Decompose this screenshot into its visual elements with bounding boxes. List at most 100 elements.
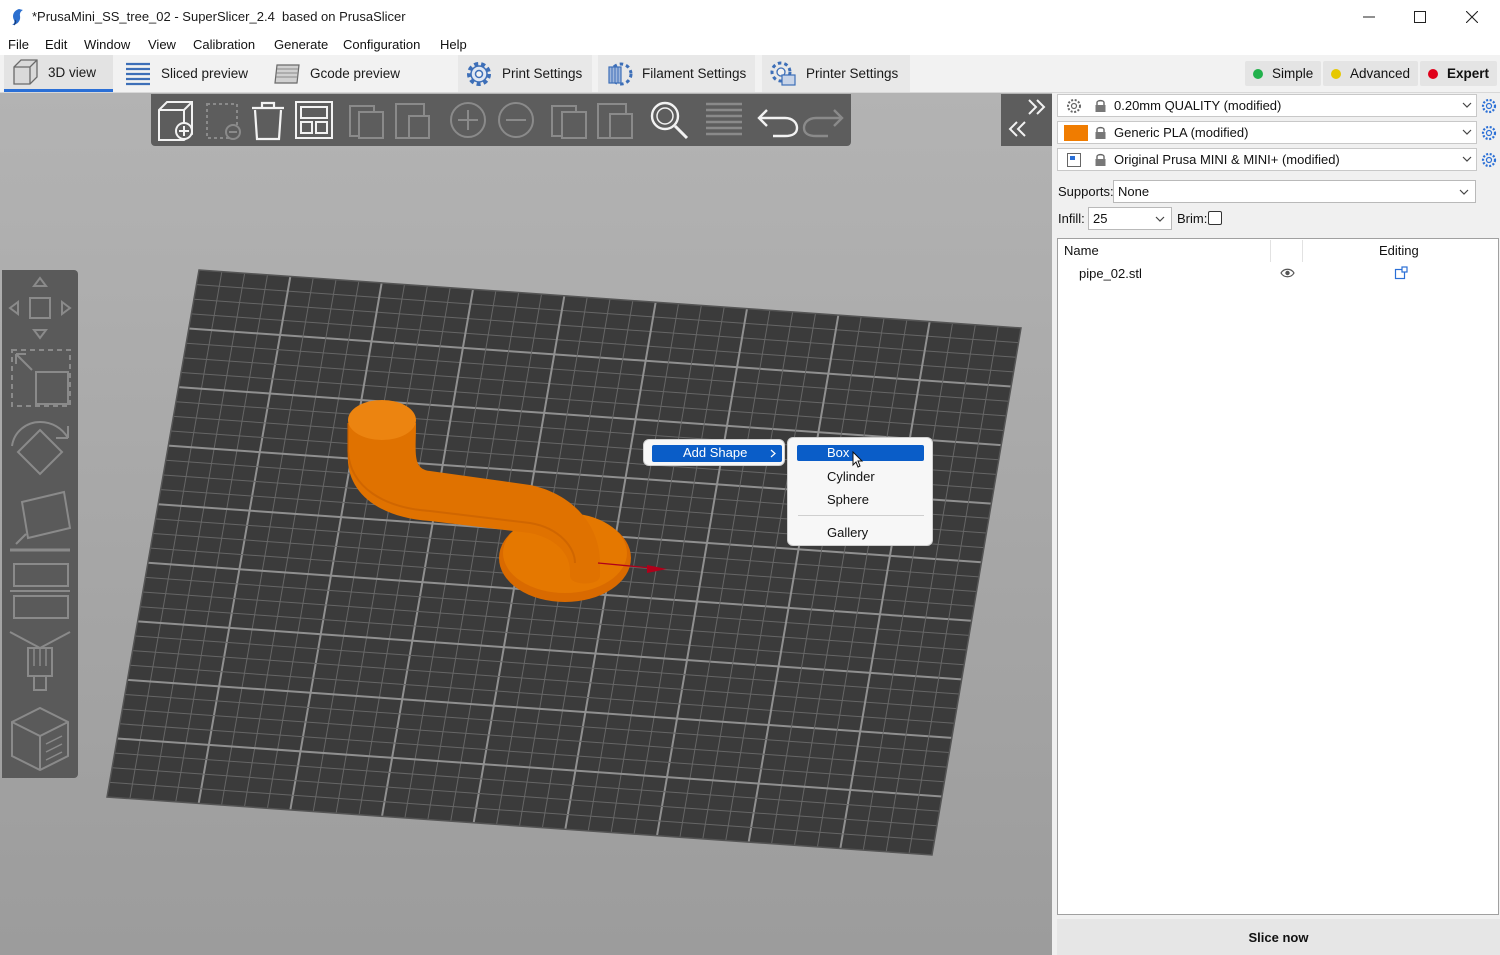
submenu-item-gallery[interactable]: Gallery (827, 525, 868, 540)
scale-icon[interactable] (6, 346, 74, 410)
remove-instance-icon[interactable] (494, 98, 538, 142)
printer-icon (1067, 153, 1081, 167)
delete-all-icon[interactable] (246, 98, 290, 142)
place-on-face-icon[interactable] (6, 488, 74, 554)
move-icon[interactable] (6, 274, 74, 342)
layer-editing-icon[interactable] (702, 98, 746, 142)
app-logo-icon (12, 9, 23, 26)
redo-icon[interactable] (802, 98, 846, 142)
lock-icon (1095, 153, 1106, 166)
tab-filament-settings-label: Filament Settings (642, 66, 747, 81)
filament-preset-settings-icon[interactable] (1481, 125, 1497, 141)
tab-print-settings[interactable]: Print Settings (458, 55, 592, 92)
printer-preset-settings-icon[interactable] (1481, 152, 1497, 168)
mode-expert-label: Expert (1447, 66, 1490, 81)
arrange-icon[interactable] (292, 98, 336, 142)
gcode-layers-icon (274, 63, 300, 84)
supports-select[interactable]: None (1113, 180, 1476, 203)
tab-bar: 3D view Sliced preview Gcode preview Pri… (0, 55, 1500, 93)
filament-color-swatch[interactable] (1064, 125, 1088, 141)
window-title: *PrusaMini_SS_tree_02 - SuperSlicer_2.4 … (32, 9, 406, 24)
menu-edit[interactable]: Edit (45, 37, 67, 52)
column-header-name[interactable]: Name (1064, 243, 1099, 258)
lock-icon (1095, 99, 1106, 112)
mode-expert-button[interactable]: Expert (1420, 61, 1498, 86)
menu-generate[interactable]: Generate (274, 37, 328, 52)
tab-sliced-preview-label: Sliced preview (161, 66, 249, 81)
edit-object-icon[interactable] (1394, 266, 1408, 280)
infill-select[interactable]: 25 (1088, 207, 1172, 230)
context-menu: Add Shape (643, 439, 785, 466)
tab-gcode-preview[interactable]: Gcode preview (266, 55, 410, 92)
menu-window[interactable]: Window (84, 37, 130, 52)
box-label: Box (827, 445, 850, 460)
minimize-icon (1363, 16, 1375, 18)
brim-checkbox[interactable] (1208, 211, 1222, 225)
mode-advanced-dot-icon (1331, 68, 1341, 79)
right-sidebar: 0.20mm QUALITY (modified) Generic PLA (m… (1052, 93, 1500, 955)
mouse-cursor-icon (852, 451, 864, 468)
add-object-icon[interactable] (154, 98, 198, 142)
gizmo-toolbar (2, 270, 78, 778)
tab-filament-settings[interactable]: Filament Settings (598, 55, 755, 92)
filament-preset-combo[interactable]: Generic PLA (modified) (1057, 121, 1477, 144)
remove-object-icon[interactable] (201, 98, 245, 142)
tab-3d-view[interactable]: 3D view (4, 55, 113, 92)
column-header-editing[interactable]: Editing (1379, 243, 1419, 258)
rotate-icon[interactable] (6, 416, 74, 482)
menu-bar: File Edit Window View Calibration Genera… (0, 34, 1500, 55)
paint-supports-icon[interactable] (6, 626, 74, 696)
menu-help[interactable]: Help (440, 37, 467, 52)
close-button[interactable] (1447, 0, 1497, 34)
chevron-down-icon (1459, 189, 1469, 195)
chevron-down-icon (1462, 129, 1472, 135)
3d-viewport[interactable]: Add Shape Box Cylinder Sphere Gallery (0, 93, 1052, 955)
menu-calibration[interactable]: Calibration (193, 37, 255, 52)
tab-sliced-preview[interactable]: Sliced preview (117, 55, 260, 92)
print-preset-combo[interactable]: 0.20mm QUALITY (modified) (1057, 94, 1477, 117)
layers-icon (126, 62, 150, 85)
collapse-sidebar-button[interactable] (1001, 94, 1052, 146)
cube-hatch-icon[interactable] (6, 704, 74, 774)
split-objects-icon[interactable] (548, 98, 592, 142)
undo-icon[interactable] (755, 98, 799, 142)
eye-icon[interactable] (1280, 268, 1295, 278)
tab-print-settings-label: Print Settings (502, 66, 583, 81)
menu-file[interactable]: File (8, 37, 29, 52)
tab-3d-view-label: 3D view (48, 64, 97, 80)
chevrons-icon (1008, 99, 1046, 137)
chevron-down-icon (1155, 216, 1165, 222)
maximize-button[interactable] (1395, 0, 1445, 34)
submenu-item-sphere[interactable]: Sphere (827, 492, 869, 507)
chevron-down-icon (1462, 156, 1472, 162)
copy-icon[interactable] (345, 98, 389, 142)
add-shape-menu-item[interactable]: Add Shape (652, 445, 782, 462)
lock-icon (1095, 126, 1106, 139)
filament-preset-value: Generic PLA (modified) (1114, 125, 1249, 140)
menu-configuration[interactable]: Configuration (343, 37, 420, 52)
mode-advanced-label: Advanced (1350, 66, 1411, 81)
brim-label: Brim: (1177, 211, 1208, 226)
printer-gear-icon (770, 61, 796, 86)
paste-icon[interactable] (391, 98, 435, 142)
mode-simple-label: Simple (1272, 66, 1314, 81)
slice-now-button[interactable]: Slice now (1057, 919, 1500, 955)
table-row[interactable]: pipe_02.stl (1058, 263, 1498, 285)
cut-icon[interactable] (6, 558, 74, 622)
add-instance-icon[interactable] (446, 98, 490, 142)
minimize-button[interactable] (1344, 0, 1394, 34)
tab-printer-settings[interactable]: Printer Settings (762, 55, 910, 92)
printer-preset-combo[interactable]: Original Prusa MINI & MINI+ (modified) (1057, 148, 1477, 171)
mode-simple-button[interactable]: Simple (1245, 61, 1322, 86)
maximize-icon (1414, 11, 1426, 23)
split-parts-icon[interactable] (594, 98, 638, 142)
cube-view-icon (13, 59, 38, 85)
menu-view[interactable]: View (148, 37, 176, 52)
search-icon[interactable] (647, 98, 691, 142)
mode-advanced-button[interactable]: Advanced (1323, 61, 1419, 86)
infill-label: Infill: (1058, 211, 1085, 226)
close-icon (1466, 11, 1478, 23)
chevron-down-icon (1462, 102, 1472, 108)
print-preset-settings-icon[interactable] (1481, 98, 1497, 114)
submenu-item-cylinder[interactable]: Cylinder (827, 469, 875, 484)
